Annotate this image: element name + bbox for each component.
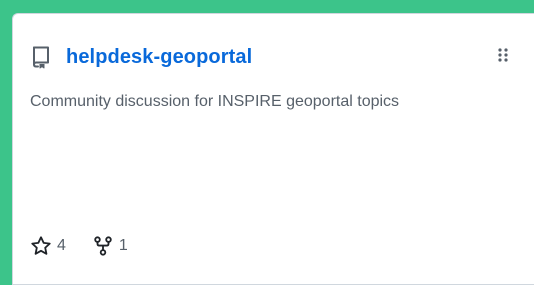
drag-handle-icon[interactable]	[495, 45, 511, 65]
stars-count: 4	[57, 237, 66, 254]
fork-icon	[92, 235, 114, 257]
repo-header: helpdesk-geoportal	[30, 44, 252, 70]
repo-description: Community discussion for INSPIRE geoport…	[30, 93, 400, 110]
repo-stats: 4 1	[30, 234, 128, 258]
forks-link[interactable]: 1	[92, 235, 128, 257]
repo-name-link[interactable]: helpdesk-geoportal	[66, 46, 252, 69]
stars-link[interactable]: 4	[30, 235, 66, 257]
star-icon	[30, 235, 52, 257]
repo-icon	[30, 45, 52, 69]
forks-count: 1	[118, 237, 128, 254]
